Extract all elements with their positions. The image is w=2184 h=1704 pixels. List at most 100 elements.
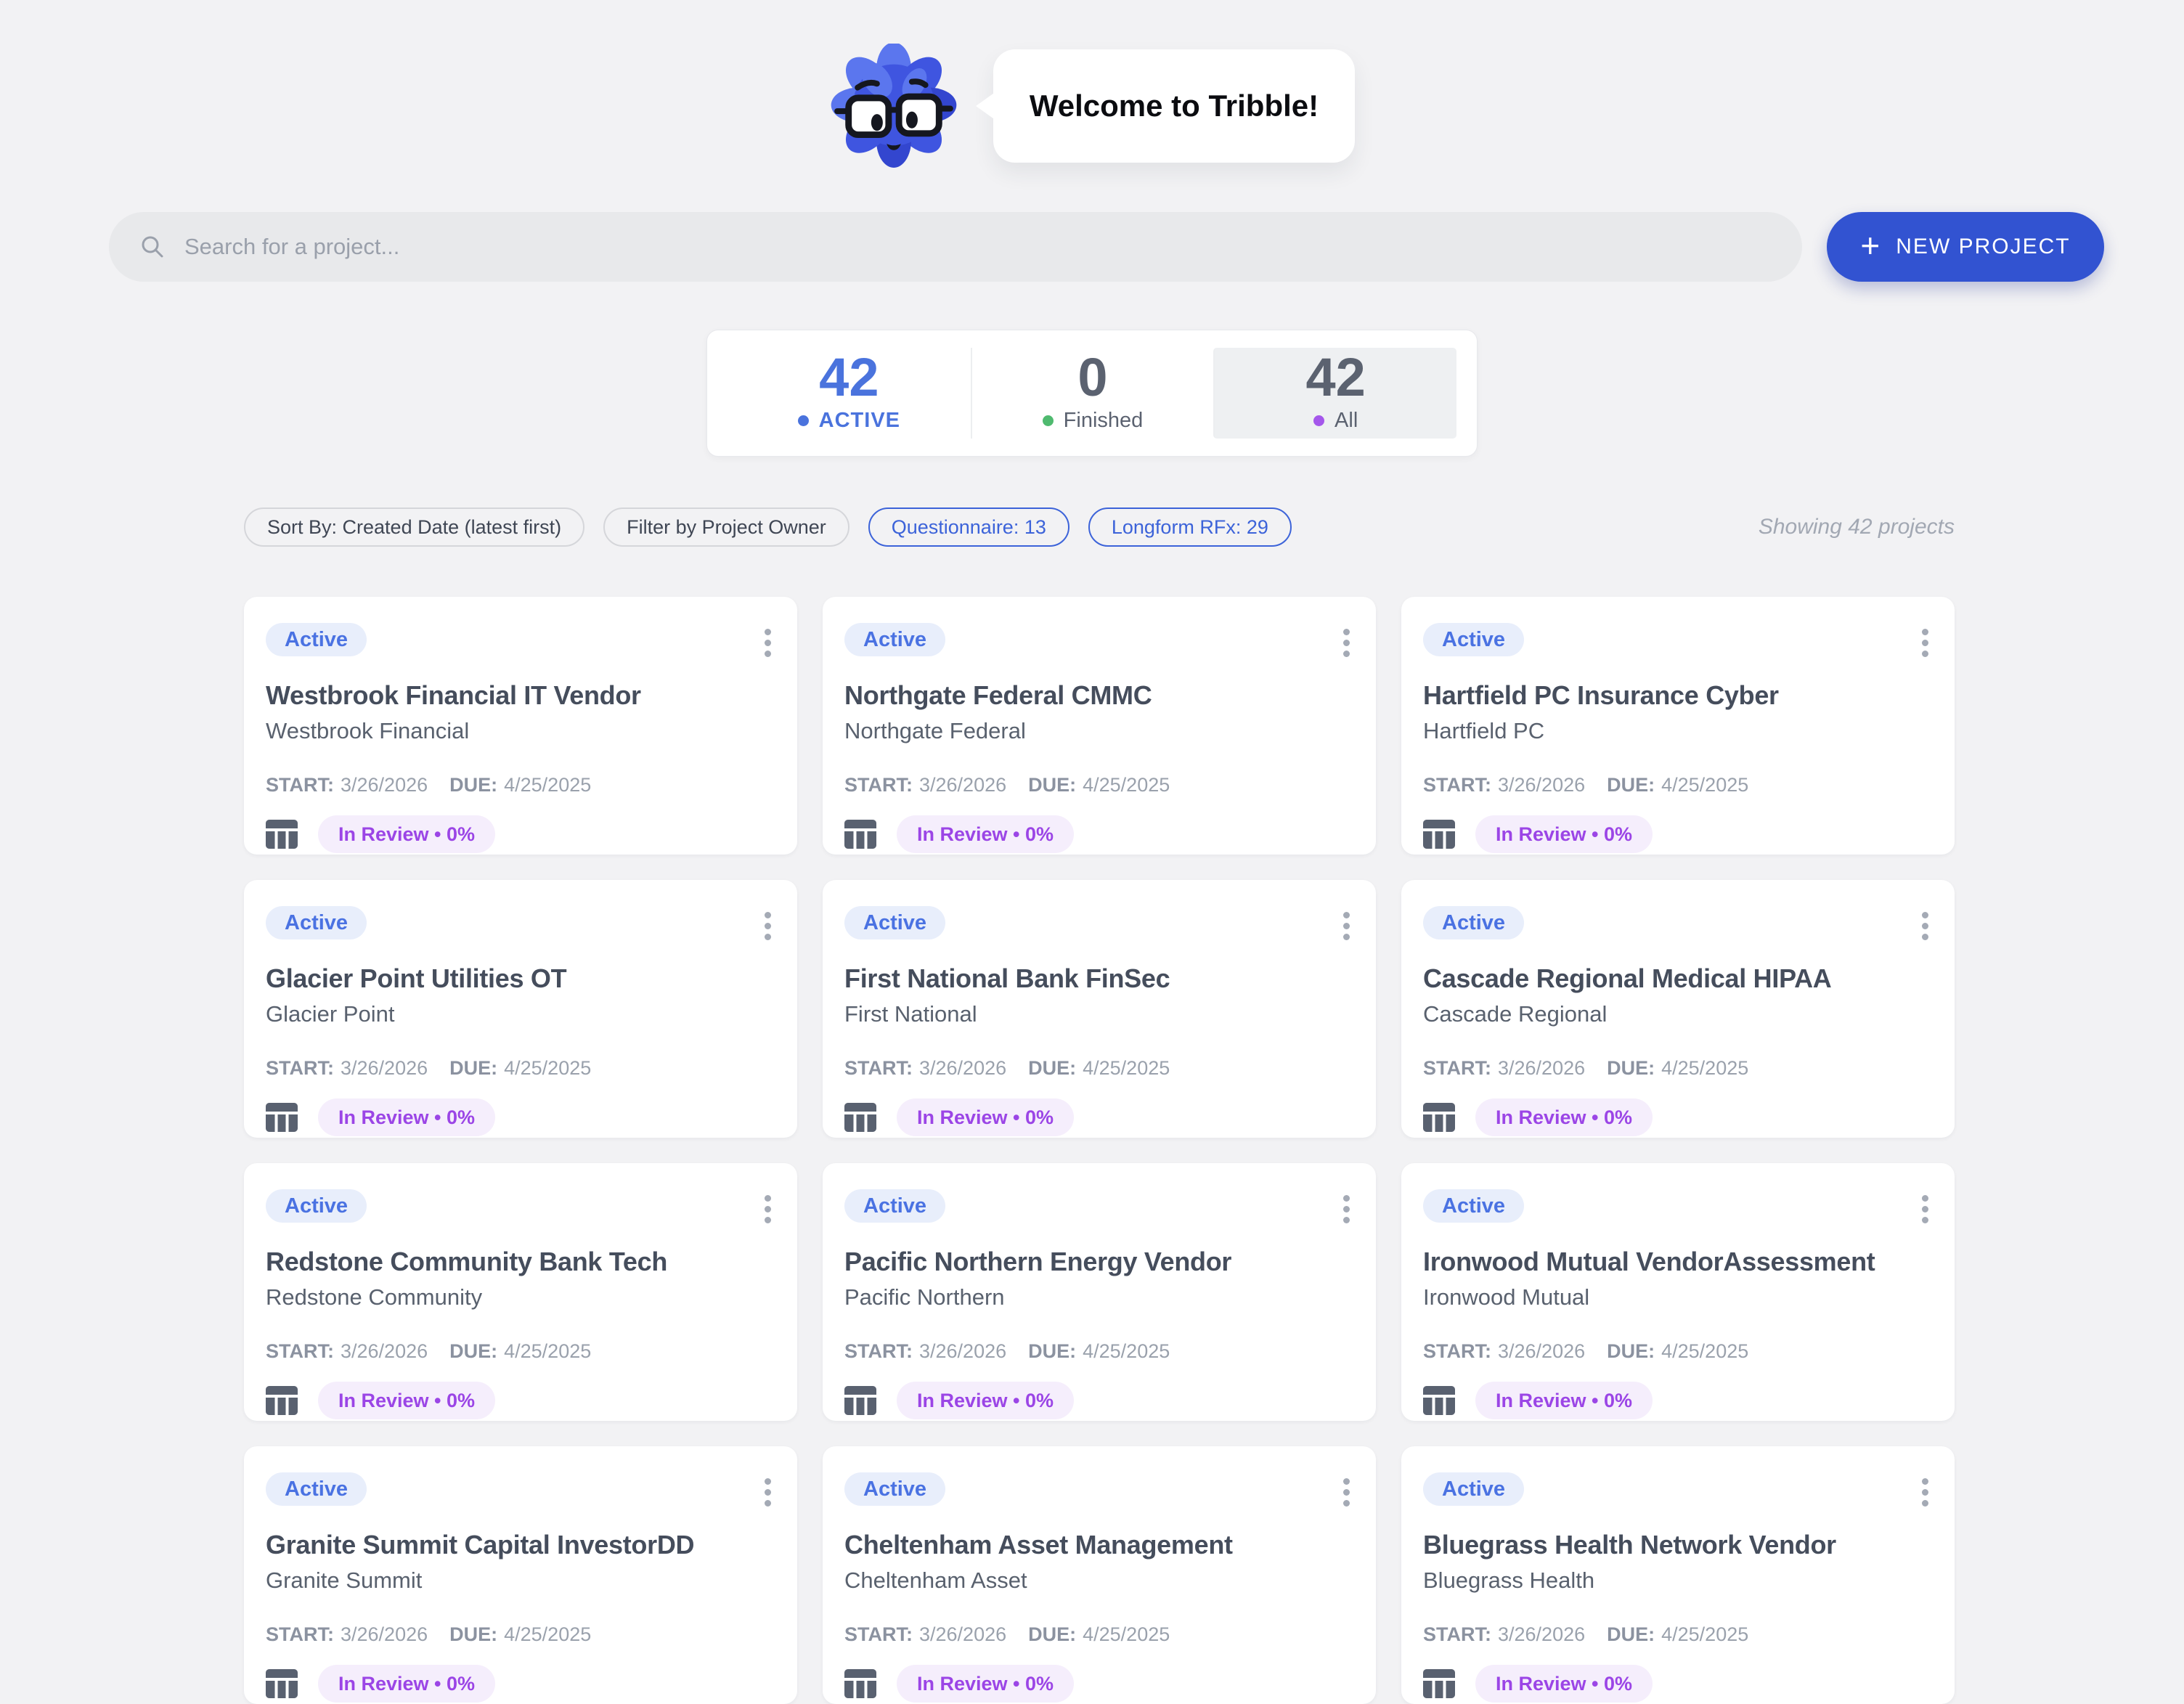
- card-menu-ellipsis-icon[interactable]: [760, 1472, 775, 1512]
- project-title: Ironwood Mutual VendorAssessment: [1423, 1247, 1933, 1277]
- project-company: Bluegrass Health: [1423, 1568, 1933, 1594]
- due-label: DUE:: [1607, 1340, 1655, 1362]
- questionnaire-table-icon: [1423, 820, 1455, 849]
- card-menu-ellipsis-icon[interactable]: [1918, 1189, 1933, 1229]
- project-card[interactable]: Active Granite Summit Capital InvestorDD…: [244, 1446, 797, 1704]
- review-progress-badge: In Review • 0%: [1475, 1382, 1653, 1419]
- start-date: 3/26/2026: [341, 774, 428, 796]
- status-badge: Active: [844, 1472, 945, 1506]
- new-project-label: NEW PROJECT: [1896, 235, 2070, 259]
- tribble-projects-page: { "header": { "welcome_text": "Welcome t…: [0, 0, 2184, 1639]
- questionnaire-table-icon: [844, 1386, 876, 1415]
- project-card[interactable]: Active Redstone Community Bank Tech Reds…: [244, 1163, 797, 1421]
- project-card[interactable]: Active Glacier Point Utilities OT Glacie…: [244, 880, 797, 1138]
- status-badge: Active: [266, 1189, 367, 1223]
- questionnaire-table-icon: [844, 820, 876, 849]
- start-date: 3/26/2026: [919, 774, 1006, 796]
- card-menu-ellipsis-icon[interactable]: [760, 623, 775, 663]
- status-badge: Active: [266, 1472, 367, 1506]
- due-date: 4/25/2025: [1661, 1623, 1748, 1645]
- project-company: Westbrook Financial: [266, 718, 775, 744]
- welcome-speech-bubble: Welcome to Tribble!: [993, 49, 1355, 163]
- project-dates: START:3/26/2026 DUE:4/25/2025: [844, 1340, 1354, 1363]
- due-date: 4/25/2025: [1083, 1340, 1170, 1362]
- hero-header: Welcome to Tribble!: [0, 0, 2184, 168]
- card-menu-ellipsis-icon[interactable]: [760, 1189, 775, 1229]
- start-date: 3/26/2026: [1498, 1057, 1585, 1079]
- due-date: 4/25/2025: [1661, 774, 1748, 796]
- project-cards-grid: Active Westbrook Financial IT Vendor Wes…: [244, 597, 1955, 1704]
- review-progress-badge: In Review • 0%: [318, 1665, 495, 1703]
- active-label: ACTIVE: [819, 409, 900, 433]
- project-company: Northgate Federal: [844, 718, 1354, 744]
- review-progress-badge: In Review • 0%: [318, 815, 495, 853]
- review-progress-badge: In Review • 0%: [897, 815, 1074, 853]
- project-card[interactable]: Active Hartfield PC Insurance Cyber Hart…: [1401, 597, 1955, 855]
- project-card[interactable]: Active First National Bank FinSec First …: [823, 880, 1376, 1138]
- project-card[interactable]: Active Westbrook Financial IT Vendor Wes…: [244, 597, 797, 855]
- project-card[interactable]: Active Bluegrass Health Network Vendor B…: [1401, 1446, 1955, 1704]
- project-card[interactable]: Active Ironwood Mutual VendorAssessment …: [1401, 1163, 1955, 1421]
- project-dates: START:3/26/2026 DUE:4/25/2025: [844, 1056, 1354, 1080]
- questionnaire-table-icon: [844, 1669, 876, 1698]
- finished-count: 0: [1077, 351, 1107, 404]
- start-label: START:: [844, 774, 913, 796]
- start-date: 3/26/2026: [919, 1057, 1006, 1079]
- start-label: START:: [266, 1623, 334, 1645]
- due-date: 4/25/2025: [1661, 1057, 1748, 1079]
- stat-active[interactable]: 42 ACTIVE: [728, 348, 971, 439]
- filter-owner-chip[interactable]: Filter by Project Owner: [603, 507, 849, 547]
- card-menu-ellipsis-icon[interactable]: [1918, 1472, 1933, 1512]
- project-dates: START:3/26/2026 DUE:4/25/2025: [844, 773, 1354, 796]
- longform-rfx-filter-chip[interactable]: Longform RFx: 29: [1088, 507, 1292, 547]
- card-menu-ellipsis-icon[interactable]: [760, 906, 775, 946]
- start-date: 3/26/2026: [1498, 1340, 1585, 1362]
- questionnaire-filter-chip[interactable]: Questionnaire: 13: [868, 507, 1069, 547]
- tribble-mascot-logo: [829, 44, 958, 168]
- sort-by-chip[interactable]: Sort By: Created Date (latest first): [244, 507, 584, 547]
- status-badge: Active: [1423, 623, 1524, 656]
- card-menu-ellipsis-icon[interactable]: [1339, 1189, 1354, 1229]
- search-icon: [139, 234, 166, 260]
- due-label: DUE:: [449, 1340, 497, 1362]
- project-card[interactable]: Active Northgate Federal CMMC Northgate …: [823, 597, 1376, 855]
- card-menu-ellipsis-icon[interactable]: [1918, 906, 1933, 946]
- project-dates: START:3/26/2026 DUE:4/25/2025: [266, 1340, 775, 1363]
- start-date: 3/26/2026: [1498, 774, 1585, 796]
- project-company: Redstone Community: [266, 1284, 775, 1310]
- search-input[interactable]: [184, 234, 1772, 260]
- stat-all[interactable]: 42 All: [1213, 348, 1456, 439]
- review-progress-badge: In Review • 0%: [1475, 1098, 1653, 1136]
- start-label: START:: [844, 1340, 913, 1362]
- due-date: 4/25/2025: [504, 774, 591, 796]
- questionnaire-table-icon: [1423, 1386, 1455, 1415]
- project-dates: START:3/26/2026 DUE:4/25/2025: [1423, 1623, 1933, 1646]
- card-menu-ellipsis-icon[interactable]: [1339, 623, 1354, 663]
- start-date: 3/26/2026: [1498, 1623, 1585, 1645]
- new-project-button[interactable]: + NEW PROJECT: [1827, 212, 2104, 282]
- project-title: Bluegrass Health Network Vendor: [1423, 1530, 1933, 1560]
- card-menu-ellipsis-icon[interactable]: [1339, 1472, 1354, 1512]
- questionnaire-table-icon: [266, 1103, 298, 1132]
- due-label: DUE:: [1028, 1057, 1076, 1079]
- project-card[interactable]: Active Pacific Northern Energy Vendor Pa…: [823, 1163, 1376, 1421]
- review-progress-badge: In Review • 0%: [897, 1098, 1074, 1136]
- stat-finished[interactable]: 0 Finished: [971, 348, 1214, 439]
- project-title: Northgate Federal CMMC: [844, 680, 1354, 711]
- project-company: First National: [844, 1001, 1354, 1027]
- due-label: DUE:: [449, 1623, 497, 1645]
- start-label: START:: [266, 1057, 334, 1079]
- start-label: START:: [1423, 774, 1491, 796]
- card-menu-ellipsis-icon[interactable]: [1918, 623, 1933, 663]
- due-label: DUE:: [1607, 1623, 1655, 1645]
- due-date: 4/25/2025: [504, 1340, 591, 1362]
- project-card[interactable]: Active Cascade Regional Medical HIPAA Ca…: [1401, 880, 1955, 1138]
- status-badge: Active: [844, 1189, 945, 1223]
- start-label: START:: [266, 774, 334, 796]
- finished-label: Finished: [1064, 409, 1144, 433]
- start-date: 3/26/2026: [341, 1623, 428, 1645]
- project-stats-card: 42 ACTIVE 0 Finished 42 All: [706, 330, 1478, 457]
- project-card[interactable]: Active Cheltenham Asset Management Chelt…: [823, 1446, 1376, 1704]
- project-search-box[interactable]: [109, 212, 1802, 282]
- card-menu-ellipsis-icon[interactable]: [1339, 906, 1354, 946]
